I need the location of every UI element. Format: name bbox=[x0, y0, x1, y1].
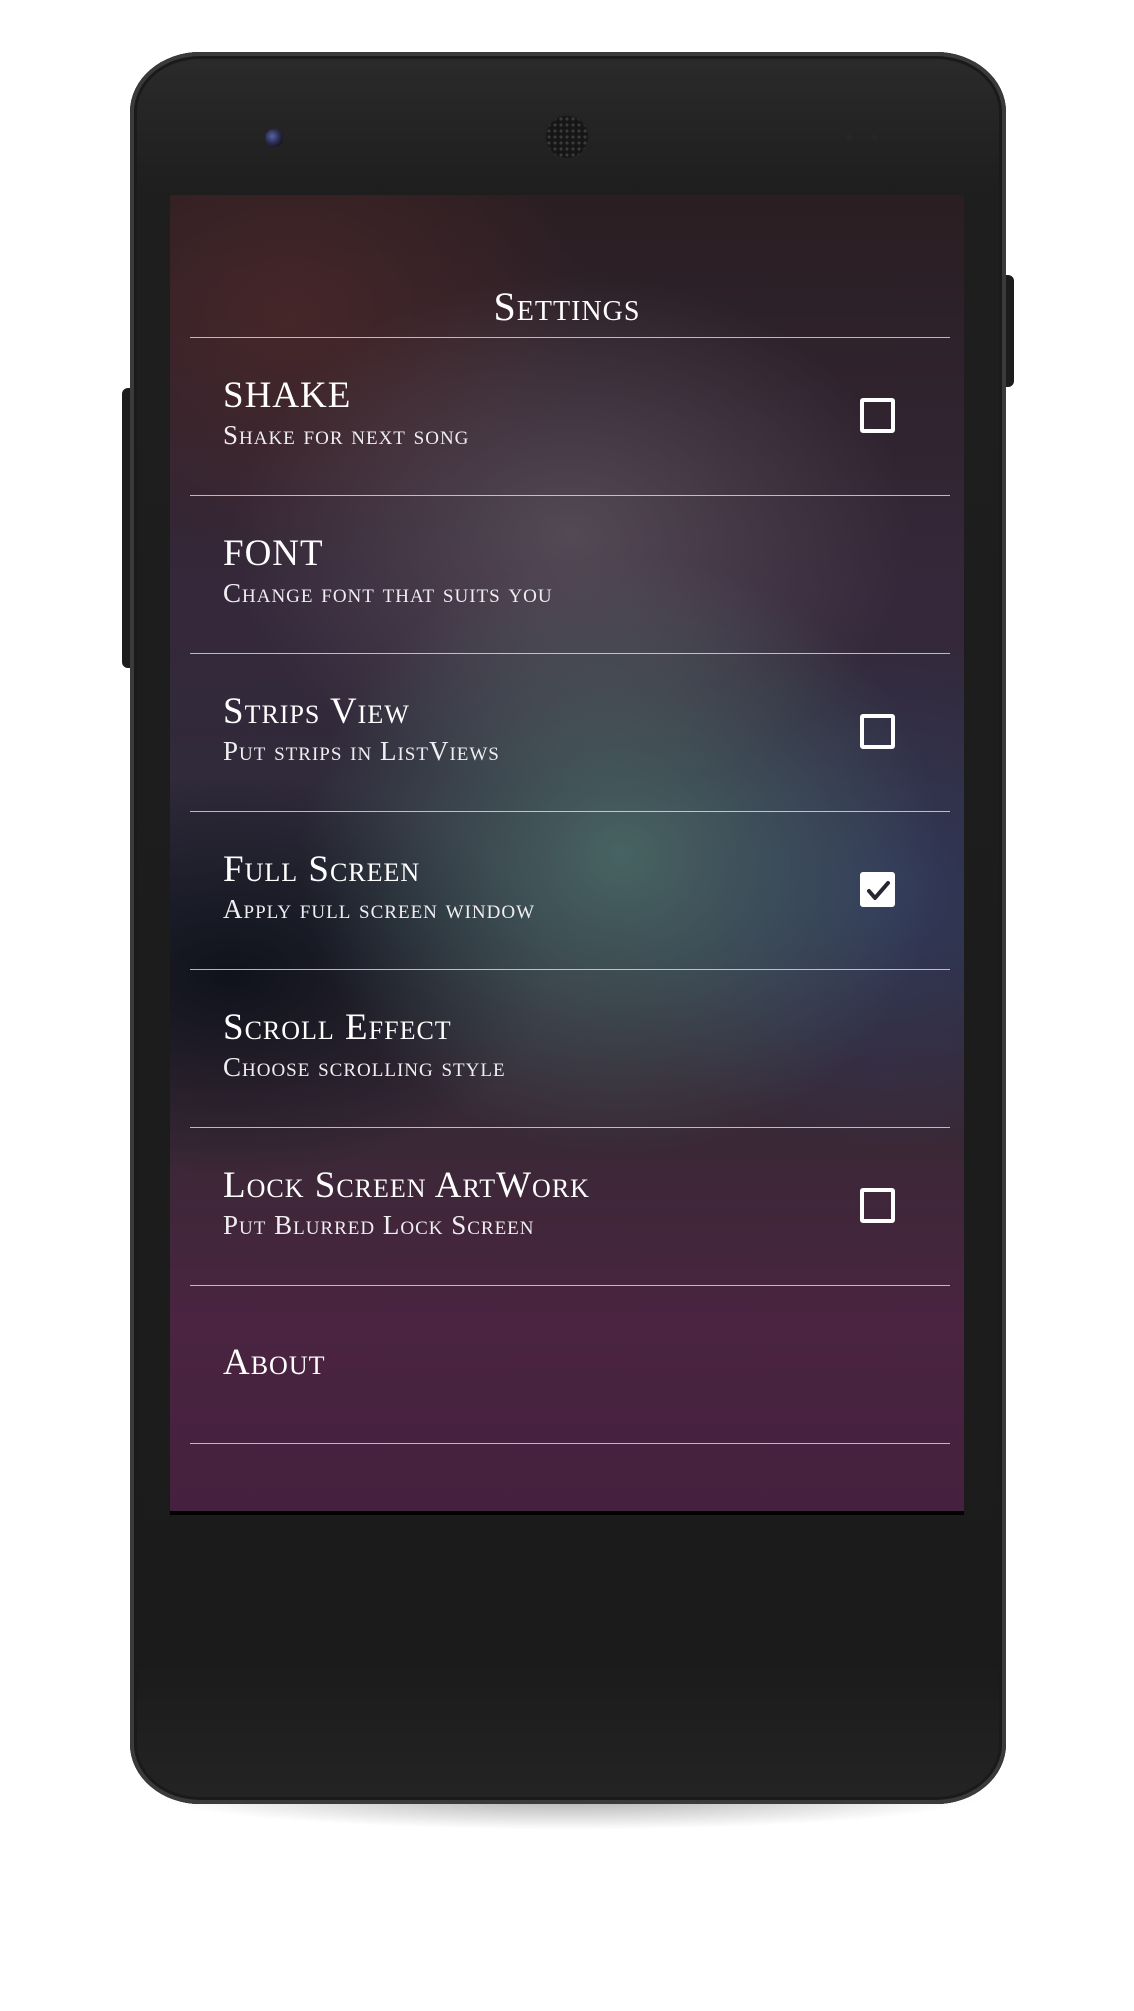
sensor-dot bbox=[846, 134, 853, 141]
setting-row-full-screen[interactable]: Full Screen Apply full screen window bbox=[190, 812, 950, 969]
setting-row-shake[interactable]: SHAKE Shake for next song bbox=[190, 338, 950, 495]
recents-button[interactable] bbox=[741, 1511, 841, 1515]
lock-screen-artwork-checkbox[interactable] bbox=[860, 1188, 895, 1223]
setting-subtitle: Put Blurred Lock Screen bbox=[223, 1210, 535, 1240]
setting-title: Scroll Effect bbox=[223, 1007, 452, 1048]
setting-row-lock-screen-artwork[interactable]: Lock Screen ArtWork Put Blurred Lock Scr… bbox=[190, 1128, 950, 1285]
full-screen-checkbox[interactable] bbox=[860, 872, 895, 907]
home-button[interactable] bbox=[520, 1511, 620, 1515]
screen: Settings SHAKE Shake for next song FONT … bbox=[170, 195, 964, 1515]
setting-title: SHAKE bbox=[223, 375, 352, 416]
back-button[interactable] bbox=[299, 1511, 399, 1515]
setting-row-strips-view[interactable]: Strips View Put strips in ListViews bbox=[190, 654, 950, 811]
setting-row-scroll-effect[interactable]: Scroll Effect Choose scrolling style bbox=[190, 970, 950, 1127]
navigation-bar bbox=[170, 1511, 964, 1515]
setting-title: About bbox=[223, 1342, 326, 1383]
sensor-dot bbox=[871, 134, 878, 141]
earpiece-icon bbox=[546, 116, 588, 158]
setting-title: FONT bbox=[223, 533, 324, 574]
setting-subtitle: Put strips in ListViews bbox=[223, 736, 500, 766]
setting-row-about[interactable]: About bbox=[190, 1286, 950, 1443]
setting-title: Strips View bbox=[223, 691, 410, 732]
checkmark-icon bbox=[867, 881, 890, 900]
setting-row-font[interactable]: FONT Change font that suits you bbox=[190, 496, 950, 653]
setting-title: Lock Screen ArtWork bbox=[223, 1165, 590, 1206]
front-camera-icon bbox=[265, 129, 283, 147]
setting-title: Full Screen bbox=[223, 849, 421, 890]
shake-checkbox[interactable] bbox=[860, 398, 895, 433]
strips-view-checkbox[interactable] bbox=[860, 714, 895, 749]
setting-subtitle: Shake for next song bbox=[223, 420, 470, 450]
setting-subtitle: Choose scrolling style bbox=[223, 1052, 506, 1082]
setting-subtitle: Change font that suits you bbox=[223, 578, 553, 608]
divider bbox=[190, 1443, 950, 1444]
setting-subtitle: Apply full screen window bbox=[223, 894, 536, 924]
page-title: Settings bbox=[493, 284, 641, 329]
